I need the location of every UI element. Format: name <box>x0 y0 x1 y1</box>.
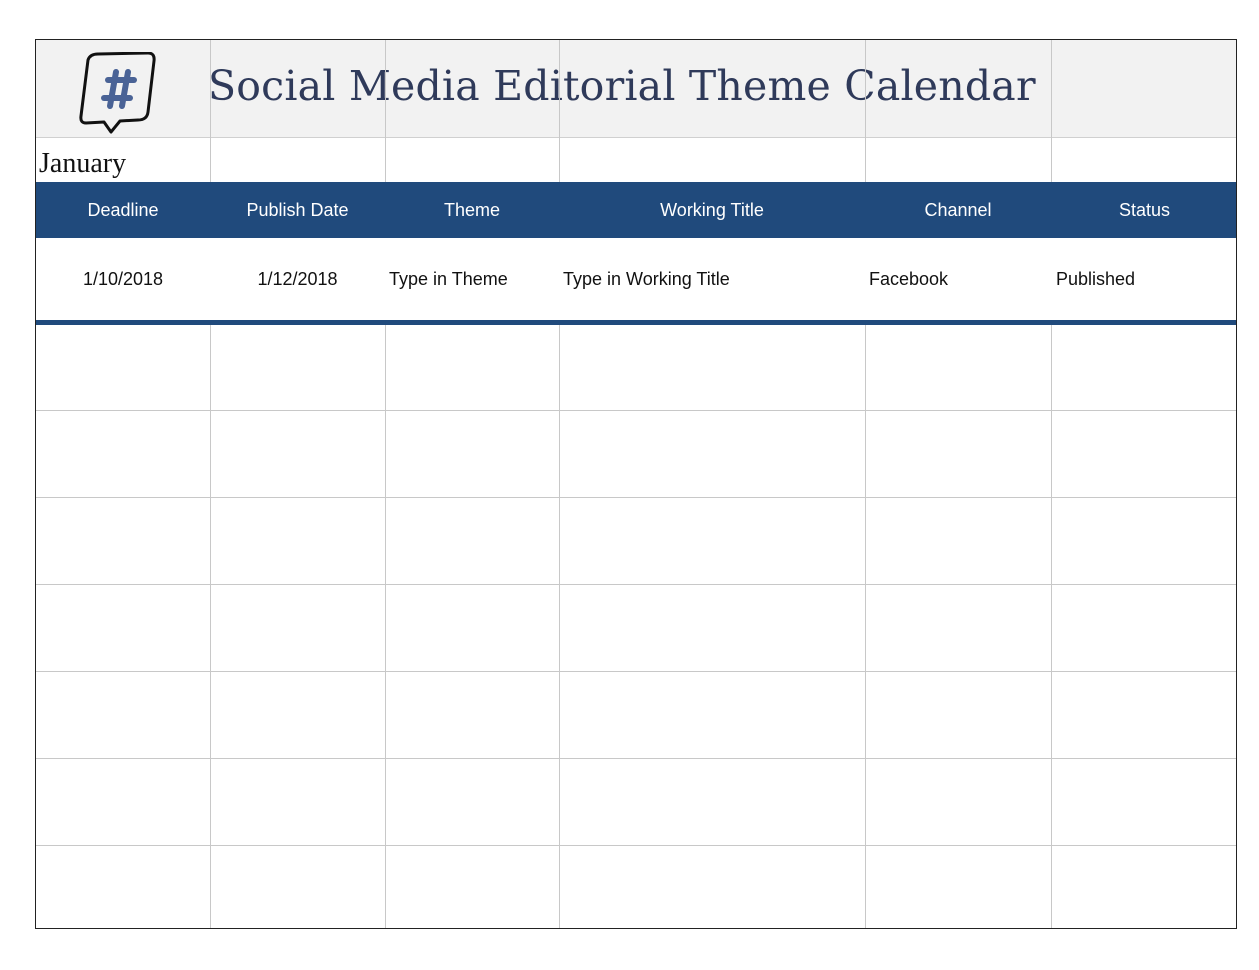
row-divider <box>36 320 1236 325</box>
grid-line <box>1051 325 1052 928</box>
month-label: January <box>39 148 127 179</box>
publish-date-cell[interactable]: 1/12/2018 <box>210 238 385 321</box>
grid-line <box>385 325 386 928</box>
channel-cell[interactable]: Facebook <box>869 238 1049 321</box>
grid-line <box>36 410 1236 411</box>
grid-line <box>36 584 1236 585</box>
title-band: Social Media Editorial Theme Calendar <box>36 40 1236 138</box>
working-title-cell[interactable]: Type in Working Title <box>563 238 863 321</box>
column-header-status[interactable]: Status <box>1051 182 1236 238</box>
grid-line <box>210 325 211 928</box>
grid-line <box>865 325 866 928</box>
column-header-publish-date[interactable]: Publish Date <box>210 182 385 238</box>
page-title: Social Media Editorial Theme Calendar <box>208 62 1036 110</box>
grid-line <box>36 845 1236 846</box>
grid-line <box>36 497 1236 498</box>
status-cell[interactable]: Published <box>1056 238 1236 321</box>
column-header-theme[interactable]: Theme <box>385 182 559 238</box>
grid-line <box>36 758 1236 759</box>
grid-line <box>559 325 560 928</box>
table-header: Deadline Publish Date Theme Working Titl… <box>36 182 1236 238</box>
column-header-working-title[interactable]: Working Title <box>559 182 865 238</box>
column-header-channel[interactable]: Channel <box>865 182 1051 238</box>
calendar-sheet: Social Media Editorial Theme Calendar Ja… <box>35 39 1237 929</box>
deadline-cell[interactable]: 1/10/2018 <box>36 238 210 321</box>
hashtag-speech-bubble-icon <box>79 52 156 134</box>
theme-cell[interactable]: Type in Theme <box>389 238 559 321</box>
column-header-deadline[interactable]: Deadline <box>36 182 210 238</box>
grid-line <box>36 671 1236 672</box>
